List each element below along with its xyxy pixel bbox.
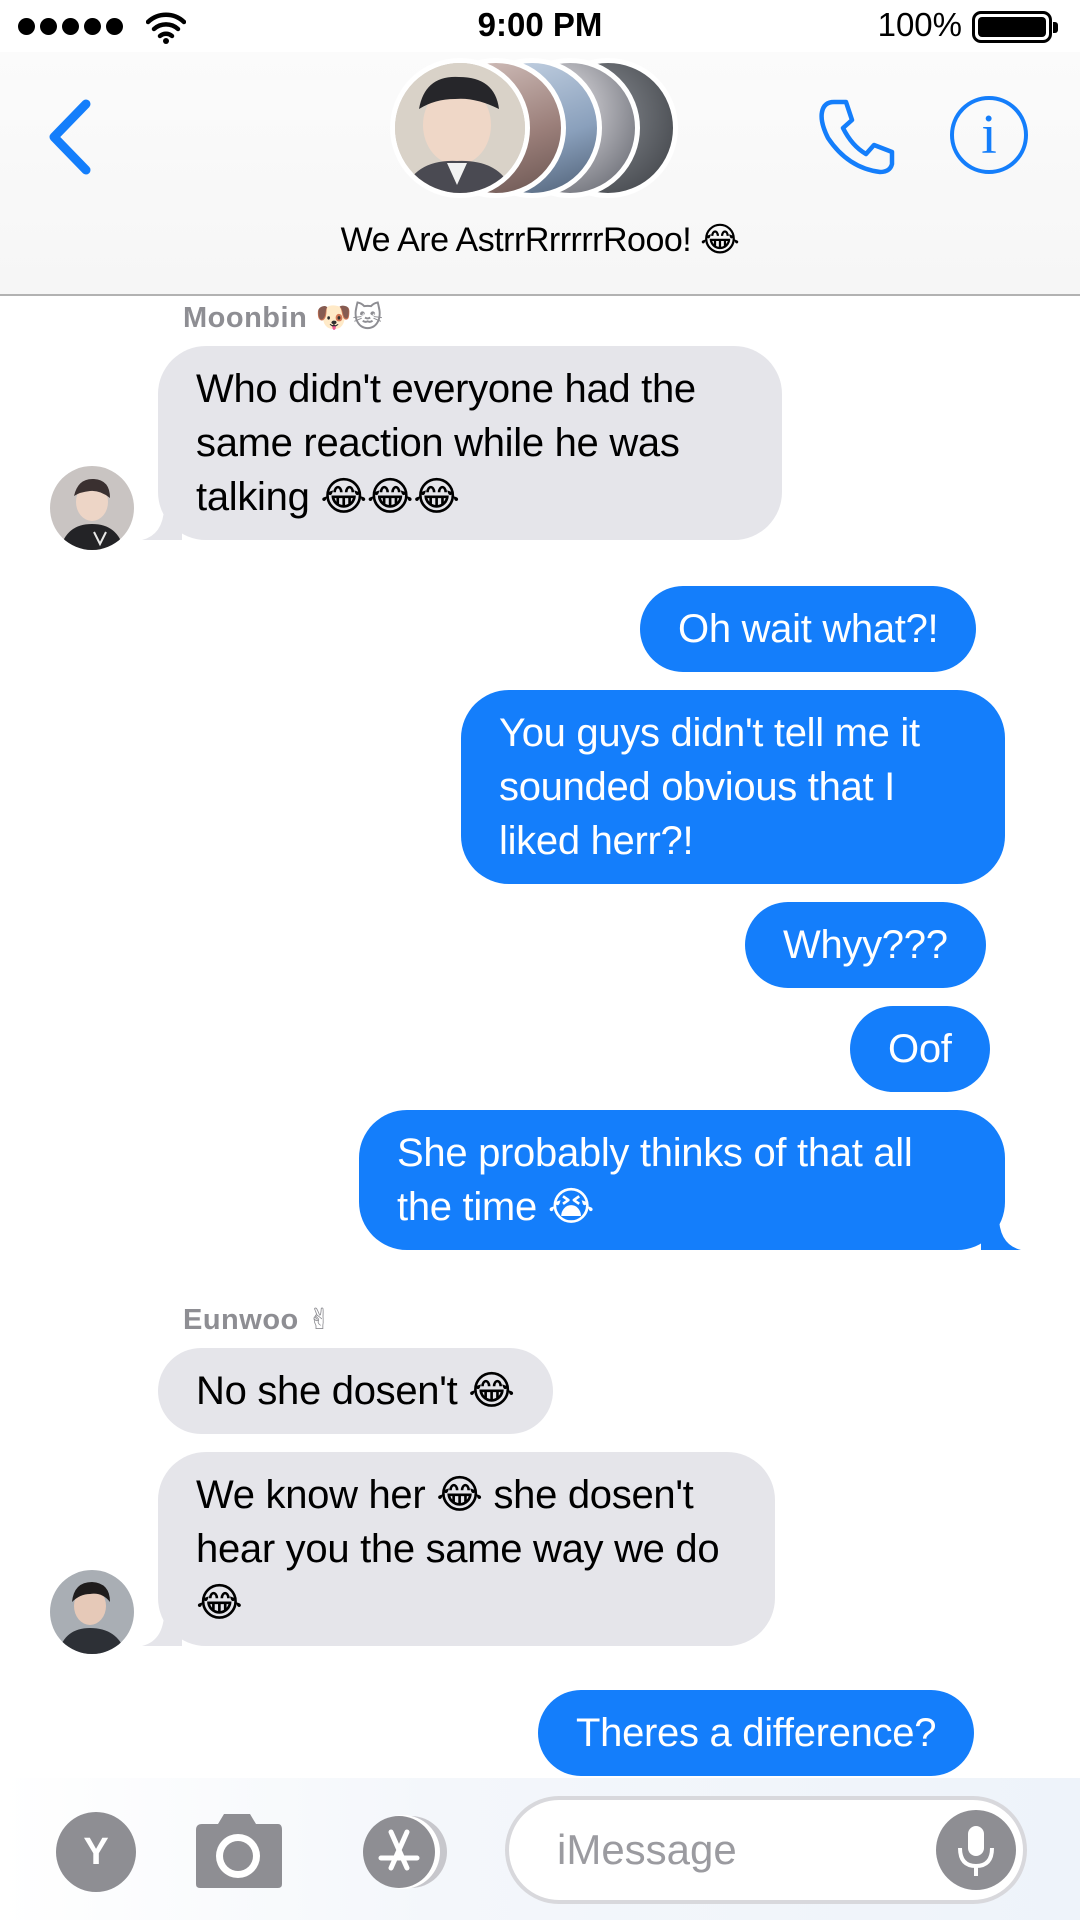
- message-bubble-outgoing[interactable]: Oof: [850, 1006, 990, 1092]
- app-store-icon[interactable]: [345, 1812, 453, 1892]
- message-bubble-outgoing[interactable]: Theres a difference?: [538, 1690, 975, 1776]
- status-bar: 9:00 PM 100%: [0, 0, 1080, 52]
- info-icon[interactable]: i: [950, 96, 1028, 174]
- microphone-button[interactable]: [936, 1810, 1016, 1890]
- message-bubble-incoming[interactable]: No she dosen't 😂: [158, 1348, 553, 1434]
- microphone-icon: [958, 1826, 994, 1876]
- message-bubble-outgoing[interactable]: Oh wait what?!: [640, 586, 977, 672]
- back-chevron-icon[interactable]: [40, 92, 100, 182]
- message-bubble-outgoing[interactable]: Whyy???: [745, 902, 986, 988]
- message-bubble-incoming[interactable]: Who didn't everyone had the same reactio…: [142, 346, 782, 540]
- eunwoo-avatar[interactable]: [50, 1570, 134, 1654]
- camera-icon[interactable]: [190, 1808, 284, 1890]
- message-text: Oof: [888, 1027, 952, 1071]
- phone-call-icon[interactable]: [812, 92, 898, 178]
- message-text: You guys didn't tell me it sounded obvio…: [499, 711, 920, 863]
- group-name[interactable]: We Are AstrrRrrrrrRooo! 😂: [0, 220, 1080, 260]
- message-bubble-outgoing[interactable]: She probably thinks of that all the time…: [359, 1110, 1021, 1250]
- sender-name: Eunwoo ✌: [183, 1304, 333, 1336]
- group-avatar-stack[interactable]: [390, 58, 690, 203]
- bubble-tail: [142, 500, 182, 540]
- message-text: No she dosen't 😂: [196, 1369, 515, 1413]
- conversation-header: We Are AstrrRrrrrrRooo! 😂 i: [0, 52, 1080, 296]
- message-text: She probably thinks of that all the time…: [397, 1131, 913, 1229]
- battery-percentage: 100%: [877, 6, 962, 43]
- bubble-tail: [142, 1606, 182, 1646]
- message-text: Who didn't everyone had the same reactio…: [196, 367, 696, 519]
- message-bubble-incoming[interactable]: We know her 😂 she dosen't hear you the s…: [142, 1452, 775, 1646]
- moonbin-avatar[interactable]: [50, 466, 134, 550]
- message-text: Theres a difference?: [576, 1711, 937, 1755]
- member-avatar: [390, 58, 530, 198]
- message-text: Whyy???: [783, 923, 948, 967]
- message-text: Oh wait what?!: [678, 607, 939, 651]
- battery-icon: [972, 11, 1058, 43]
- message-bubble-outgoing[interactable]: You guys didn't tell me it sounded obvio…: [461, 690, 1005, 884]
- message-text: We know her 😂 she dosen't hear you the s…: [196, 1473, 720, 1625]
- memoji-button[interactable]: Y: [56, 1812, 136, 1892]
- bubble-tail: [981, 1210, 1021, 1250]
- sender-name: Moonbin 🐶🐱: [183, 302, 384, 334]
- message-input-bar: Y: [0, 1778, 1080, 1920]
